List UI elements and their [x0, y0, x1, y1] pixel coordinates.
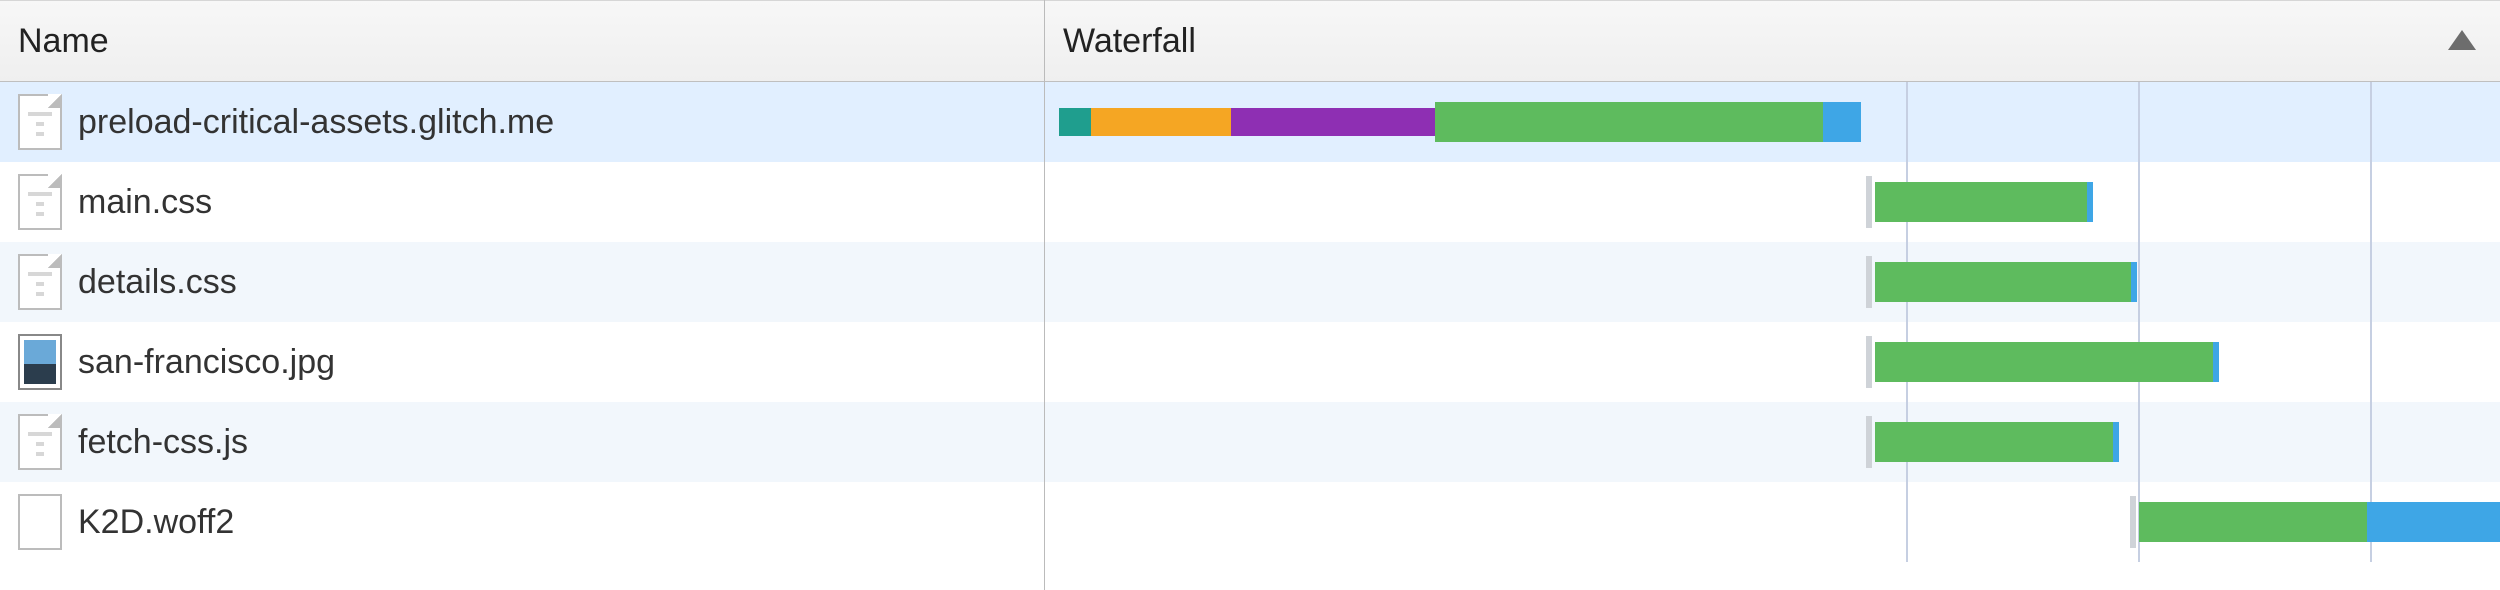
name-cell: main.css — [18, 174, 1026, 230]
timeline-marker — [1906, 82, 1908, 162]
waterfall-row[interactable] — [1045, 482, 2500, 562]
request-row[interactable]: fetch-css.js — [0, 402, 1044, 482]
waterfall-row[interactable] — [1045, 322, 2500, 402]
timeline-marker — [2370, 402, 2372, 482]
waterfall-row[interactable] — [1045, 162, 2500, 242]
name-column-header[interactable]: Name — [0, 0, 1044, 82]
request-name: san-francisco.jpg — [78, 343, 335, 382]
timing-segment-purple — [1231, 108, 1435, 136]
request-name: details.css — [78, 263, 237, 302]
waterfall-column: Waterfall — [1045, 0, 2500, 590]
timing-segment-green — [1875, 422, 2113, 462]
request-name: K2D.woff2 — [78, 503, 234, 542]
timing-segment-green — [1435, 102, 1823, 142]
timeline-marker — [2370, 82, 2372, 162]
network-table: Name preload-critical-assets.glitch.me ma… — [0, 0, 2500, 590]
timing-segment-green — [2139, 502, 2367, 542]
queue-tick — [1866, 336, 1872, 388]
name-cell: K2D.woff2 — [18, 494, 1026, 550]
waterfall-row[interactable] — [1045, 82, 2500, 162]
waterfall-column-header-label: Waterfall — [1063, 22, 1196, 61]
timing-segment-blue — [2367, 502, 2500, 542]
name-cell: san-francisco.jpg — [18, 334, 1026, 390]
waterfall-row[interactable] — [1045, 402, 2500, 482]
timeline-marker — [2138, 82, 2140, 162]
waterfall-row[interactable] — [1045, 242, 2500, 322]
timeline-marker — [2138, 402, 2140, 482]
timing-segment-green — [1875, 182, 2087, 222]
sort-ascending-icon — [2448, 30, 2476, 50]
request-row[interactable]: details.css — [0, 242, 1044, 322]
request-name: fetch-css.js — [78, 423, 248, 462]
timing-segment-green — [1875, 262, 2131, 302]
document-file-icon — [18, 174, 62, 230]
request-row[interactable]: main.css — [0, 162, 1044, 242]
image-file-icon — [18, 334, 62, 390]
timing-segment-blue — [2131, 262, 2137, 302]
timing-segment-green — [1875, 342, 2213, 382]
timing-segment-blue — [1823, 102, 1861, 142]
timeline-marker — [2138, 162, 2140, 242]
waterfall-column-header[interactable]: Waterfall — [1045, 0, 2500, 82]
name-cell: details.css — [18, 254, 1026, 310]
request-row[interactable]: preload-critical-assets.glitch.me — [0, 82, 1044, 162]
name-column: Name preload-critical-assets.glitch.me ma… — [0, 0, 1045, 590]
request-row[interactable]: K2D.woff2 — [0, 482, 1044, 562]
document-file-icon — [18, 414, 62, 470]
font-file-icon — [18, 494, 62, 550]
waterfall-lane — [1045, 82, 2500, 162]
timeline-marker — [2138, 242, 2140, 322]
timing-segment-teal — [1059, 108, 1091, 136]
document-file-icon — [18, 94, 62, 150]
timing-segment-orange — [1091, 108, 1231, 136]
queue-tick — [1866, 256, 1872, 308]
timeline-marker — [1906, 482, 1908, 562]
queue-tick — [2130, 496, 2136, 548]
waterfall-lane — [1045, 162, 2500, 242]
queue-tick — [1866, 416, 1872, 468]
timing-segment-blue — [2213, 342, 2219, 382]
timeline-marker — [2370, 242, 2372, 322]
name-cell: preload-critical-assets.glitch.me — [18, 94, 1026, 150]
timing-segment-blue — [2113, 422, 2119, 462]
request-name: preload-critical-assets.glitch.me — [78, 103, 554, 142]
request-row[interactable]: san-francisco.jpg — [0, 322, 1044, 402]
queue-tick — [1866, 176, 1872, 228]
waterfall-lane — [1045, 242, 2500, 322]
waterfall-lane — [1045, 402, 2500, 482]
name-column-header-label: Name — [18, 22, 109, 61]
document-file-icon — [18, 254, 62, 310]
timing-segment-blue — [2087, 182, 2093, 222]
waterfall-lane — [1045, 482, 2500, 562]
timeline-marker — [2370, 162, 2372, 242]
waterfall-lane — [1045, 322, 2500, 402]
request-name: main.css — [78, 183, 212, 222]
timeline-marker — [2370, 322, 2372, 402]
name-cell: fetch-css.js — [18, 414, 1026, 470]
